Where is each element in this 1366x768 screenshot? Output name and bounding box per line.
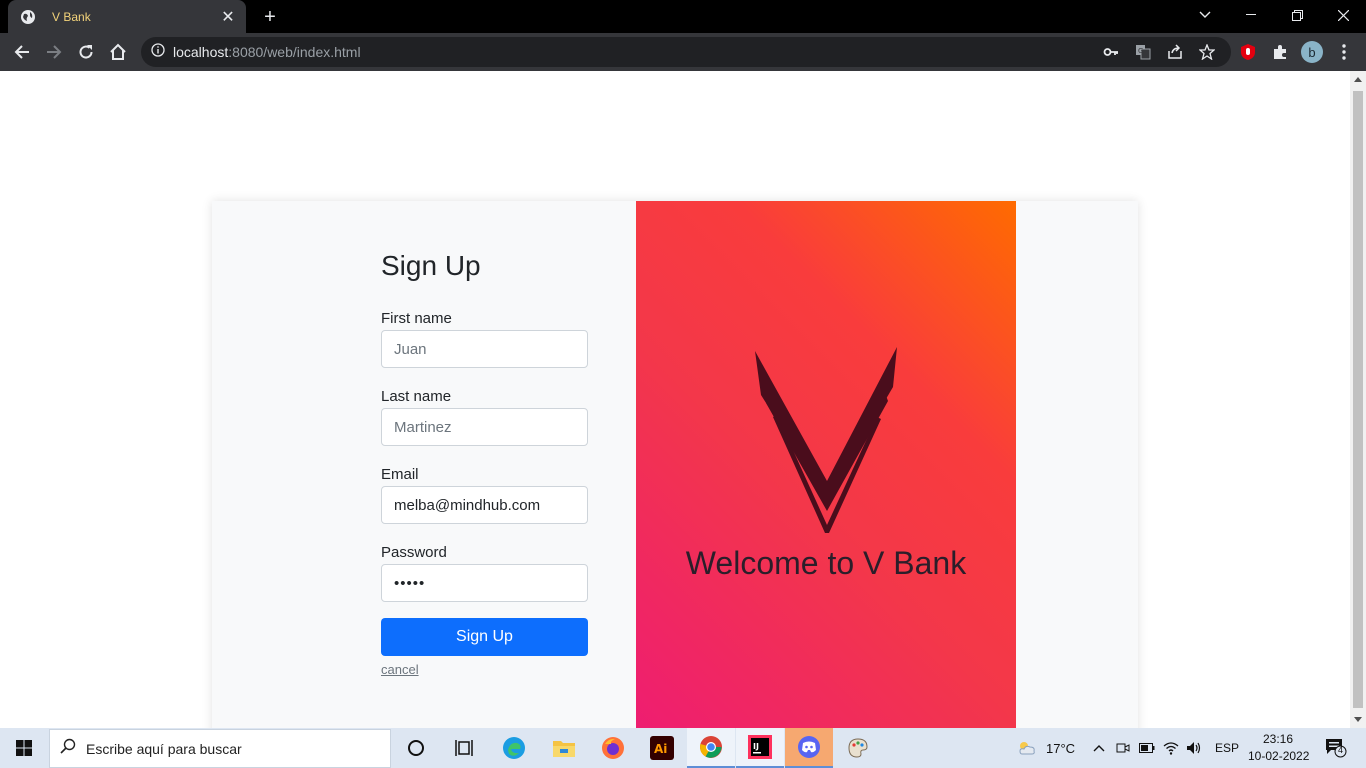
new-tab-icon[interactable]: + [258, 5, 282, 29]
site-info-icon[interactable] [151, 42, 165, 62]
reload-icon[interactable] [70, 36, 102, 68]
email-label: Email [381, 466, 419, 483]
svg-text:Ai: Ai [654, 742, 667, 756]
cancel-link[interactable]: cancel [381, 662, 419, 677]
first-name-input[interactable] [381, 330, 588, 368]
notification-count: 4 [1337, 745, 1343, 755]
home-icon[interactable] [102, 36, 134, 68]
firefox-icon[interactable] [589, 728, 637, 768]
scroll-up-arrow[interactable] [1354, 77, 1362, 82]
minimize-icon[interactable] [1228, 0, 1274, 30]
globe-icon [20, 9, 36, 25]
tab-search-icon[interactable] [1182, 0, 1228, 30]
taskbar-search[interactable]: Escribe aquí para buscar [49, 729, 391, 768]
close-window-icon[interactable] [1320, 0, 1366, 30]
illustrator-icon[interactable]: Ai [638, 728, 686, 768]
scroll-thumb[interactable] [1353, 91, 1363, 708]
bookmark-star-icon[interactable] [1199, 44, 1215, 60]
svg-text:G: G [1138, 47, 1143, 55]
weather-icon[interactable] [1016, 740, 1038, 756]
signup-button[interactable]: Sign Up [381, 618, 588, 656]
signup-card: Sign Up First name Last name Email Passw… [212, 201, 1138, 728]
page-scrollbar[interactable] [1350, 71, 1366, 728]
extensions-puzzle-icon[interactable] [1264, 36, 1296, 68]
url-text: localhost:8080/web/index.html [173, 44, 361, 60]
meet-now-icon[interactable] [1115, 740, 1131, 756]
wifi-icon[interactable] [1163, 740, 1179, 756]
windows-start-icon[interactable] [0, 728, 48, 768]
windows-taskbar: Escribe aquí para buscar Ai IJ 17°C ESP … [0, 728, 1366, 768]
search-icon [60, 738, 76, 759]
back-icon[interactable] [6, 36, 38, 68]
browser-tab-strip: V Bank ✕ + [0, 0, 1366, 33]
browser-toolbar: localhost:8080/web/index.html G b [0, 33, 1366, 71]
forward-icon[interactable] [38, 36, 70, 68]
page-viewport: Sign Up First name Last name Email Passw… [0, 71, 1350, 728]
svg-text:IJ: IJ [753, 742, 759, 751]
vbank-logo [755, 347, 897, 533]
paint-icon[interactable] [834, 728, 882, 768]
password-label: Password [381, 544, 447, 561]
extension-adblock-icon[interactable] [1232, 36, 1264, 68]
battery-icon[interactable] [1139, 740, 1155, 756]
translate-icon[interactable]: G [1135, 44, 1151, 60]
close-tab-icon[interactable]: ✕ [216, 5, 240, 29]
clock-time[interactable]: 23:16 [1263, 732, 1293, 746]
cortana-icon[interactable] [392, 728, 440, 768]
welcome-panel: Welcome to V Bank [636, 201, 1016, 728]
clock-date[interactable]: 10-02-2022 [1248, 749, 1309, 763]
input-language[interactable]: ESP [1215, 741, 1239, 755]
weather-temperature: 17°C [1046, 741, 1076, 756]
notification-center-icon[interactable]: 4 [1325, 738, 1347, 758]
first-name-label: First name [381, 310, 452, 327]
share-icon[interactable] [1167, 44, 1183, 60]
form-title: Sign Up [381, 250, 481, 281]
file-explorer-icon[interactable] [540, 728, 588, 768]
volume-icon[interactable] [1186, 740, 1202, 756]
last-name-label: Last name [381, 388, 452, 405]
intellij-icon[interactable]: IJ [736, 728, 784, 768]
key-icon[interactable] [1103, 44, 1119, 60]
restore-icon[interactable] [1274, 0, 1320, 30]
last-name-input[interactable] [381, 408, 588, 446]
tab-title: V Bank [52, 9, 91, 24]
welcome-heading: Welcome to V Bank [685, 545, 967, 581]
password-input[interactable] [381, 564, 588, 602]
address-bar[interactable]: localhost:8080/web/index.html G [141, 37, 1231, 67]
search-placeholder: Escribe aquí para buscar [86, 740, 242, 757]
chevron-up-icon[interactable] [1091, 740, 1107, 756]
task-view-icon[interactable] [440, 728, 488, 768]
discord-icon[interactable] [785, 728, 833, 768]
edge-icon[interactable] [490, 728, 538, 768]
browser-tab[interactable]: V Bank ✕ [8, 0, 246, 33]
chrome-icon[interactable] [687, 728, 735, 768]
profile-avatar[interactable]: b [1296, 36, 1328, 68]
scroll-down-arrow[interactable] [1354, 717, 1362, 722]
menu-kebab-icon[interactable] [1328, 36, 1360, 68]
email-input[interactable] [381, 486, 588, 524]
